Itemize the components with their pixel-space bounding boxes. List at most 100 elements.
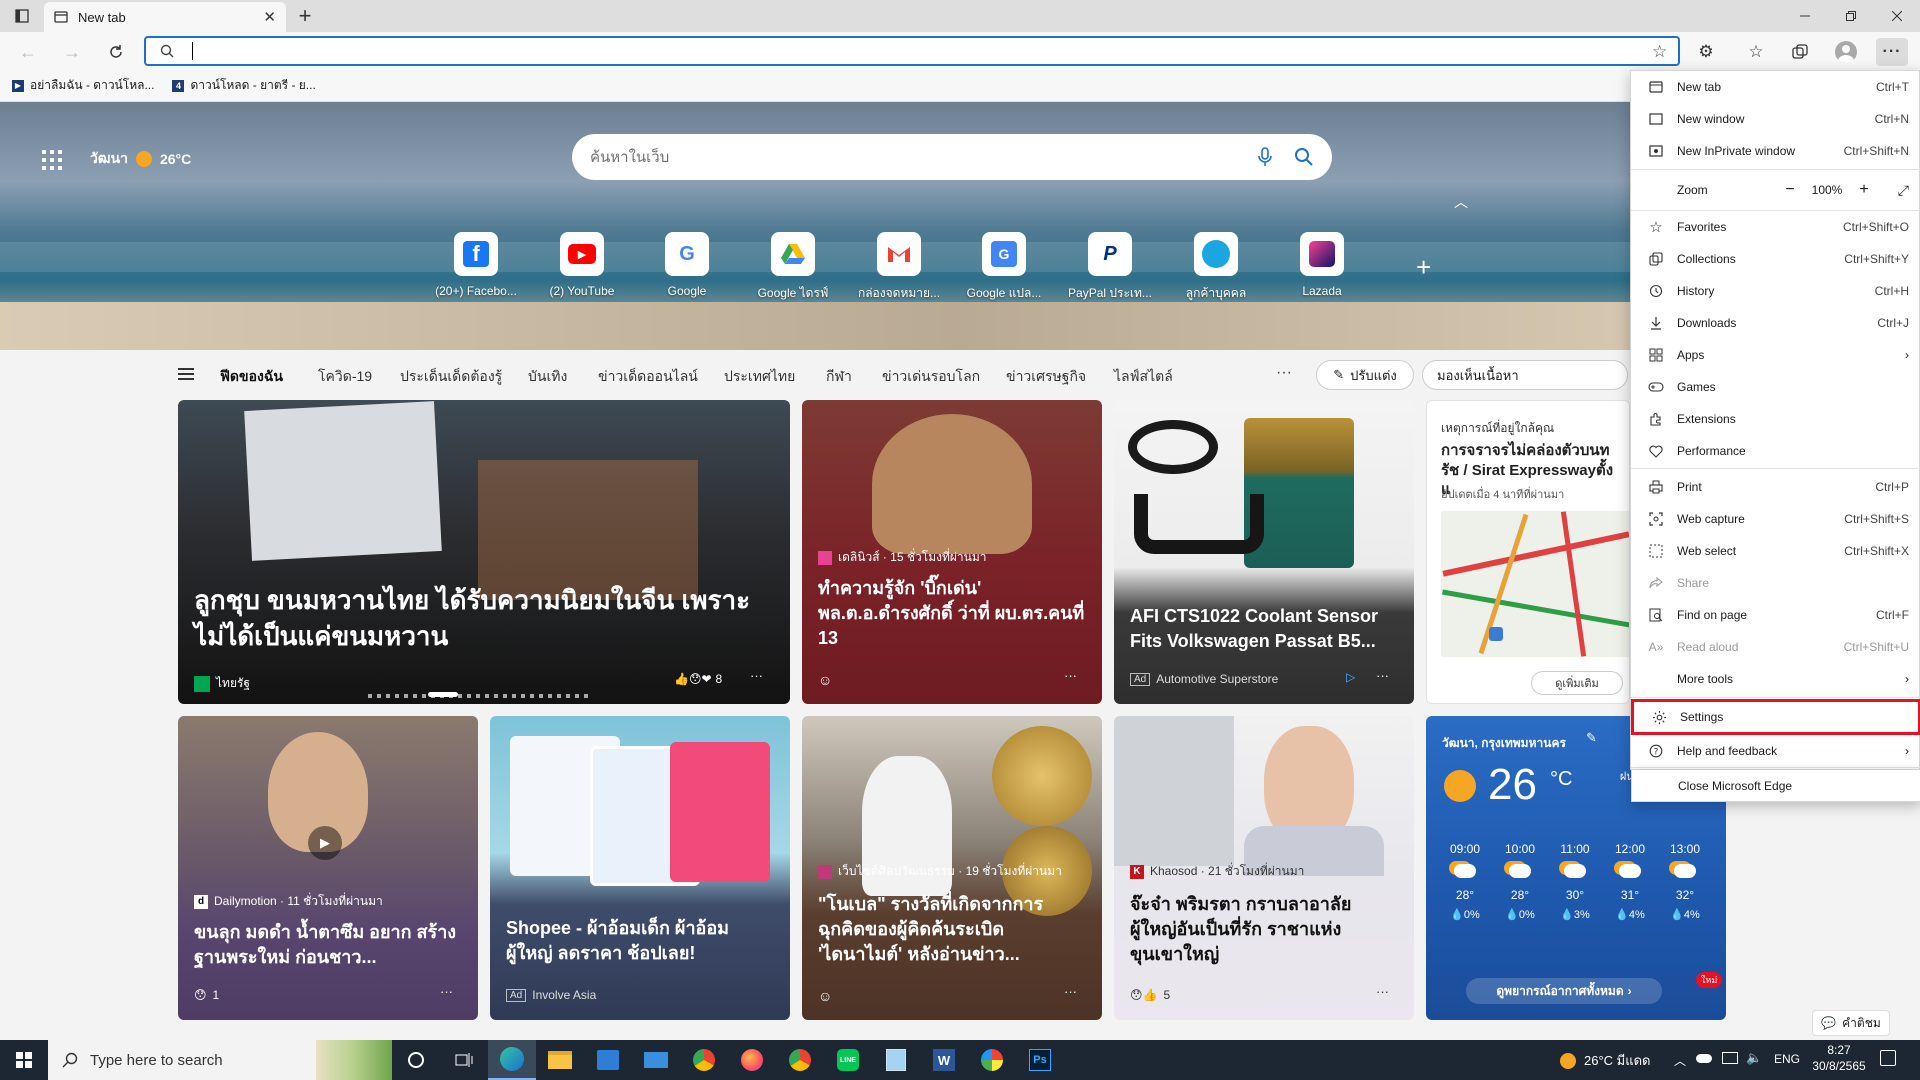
clock[interactable]: 8:27 30/8/2565 [1806, 1042, 1872, 1074]
start-button[interactable] [0, 1040, 48, 1080]
edge-taskbar-icon[interactable] [488, 1040, 536, 1080]
header-weather[interactable]: วัฒนา 26°C [90, 148, 191, 170]
menu-item-web-capture[interactable]: Web capture Ctrl+Shift+S [1631, 503, 1920, 535]
tab-new-tab[interactable]: New tab ✕ [44, 2, 286, 32]
edit-location-icon[interactable]: ✎ [1586, 730, 1597, 746]
quick-link-google[interactable]: G Google [643, 232, 731, 298]
quick-link-paypal[interactable]: P PayPal ประเท... [1066, 232, 1154, 303]
chrome-profile-icon[interactable] [776, 1040, 824, 1080]
taskbar-search[interactable]: Type here to search [48, 1040, 392, 1080]
fullscreen-icon[interactable]: ⤢ [1879, 182, 1909, 199]
cortana-icon[interactable] [392, 1040, 440, 1080]
news-card-hero[interactable]: ลูกชุบ ขนมหวานไทย ได้รับความนิยมในจีน เพ… [178, 400, 790, 704]
feed-tab-covid[interactable]: โควิด-19 [318, 366, 372, 388]
collections-toolbar-icon[interactable] [1784, 38, 1816, 66]
word-icon[interactable]: W [920, 1040, 968, 1080]
content-visibility-select[interactable]: มองเห็นเนื้อหา [1422, 360, 1628, 390]
menu-item-new-tab[interactable]: New tab Ctrl+T [1631, 71, 1920, 103]
settings-more-button[interactable]: ··· [1876, 38, 1908, 66]
back-button[interactable]: ← [12, 38, 44, 66]
notepad-icon[interactable] [872, 1040, 920, 1080]
address-bar[interactable]: ☆ [144, 36, 1680, 66]
menu-item-web-select[interactable]: Web select Ctrl+Shift+X [1631, 535, 1920, 567]
menu-item-apps[interactable]: Apps › [1631, 339, 1920, 371]
feed-menu-icon[interactable] [178, 368, 194, 380]
tab-actions-icon[interactable] [8, 4, 36, 28]
customize-button[interactable]: ✎ ปรับแต่ง [1316, 360, 1414, 390]
menu-item-print[interactable]: Print Ctrl+P [1631, 471, 1920, 503]
see-more-button[interactable]: ดูเพิ่มเติม [1531, 671, 1623, 695]
close-tab-icon[interactable]: ✕ [263, 8, 276, 26]
collapse-chevron-icon[interactable]: ︿ [1454, 192, 1468, 212]
extensions-puzzle-icon[interactable]: ⚙ [1690, 38, 1722, 66]
line-icon[interactable]: LINE [824, 1040, 872, 1080]
minimize-button[interactable] [1782, 0, 1828, 32]
news-card[interactable]: เว็บไซต์ศิลปวัฒนธรรม · 19 ชั่วโมงที่ผ่าน… [802, 716, 1102, 1020]
menu-item-favorites[interactable]: ☆ Favorites Ctrl+Shift+O [1631, 211, 1920, 243]
notifications-icon[interactable] [1880, 1050, 1896, 1066]
feed-tab-thailand[interactable]: ประเทศไทย [724, 366, 795, 388]
card-more-icon[interactable]: ··· [1376, 984, 1389, 999]
forward-button[interactable]: → [56, 38, 88, 66]
file-explorer-icon[interactable] [536, 1040, 584, 1080]
zoom-in-button[interactable]: + [1849, 181, 1879, 199]
card-more-icon[interactable]: ··· [1064, 984, 1077, 999]
feed-more-icon[interactable]: ··· [1276, 364, 1292, 382]
profile-avatar[interactable] [1830, 38, 1862, 66]
menu-item-new-window[interactable]: New window Ctrl+N [1631, 103, 1920, 135]
quick-link-gmail[interactable]: กล่องจดหมาย... [855, 232, 943, 303]
menu-item-extensions[interactable]: Extensions [1631, 403, 1920, 435]
tray-chevron-icon[interactable]: ︿ [1674, 1052, 1686, 1069]
photoshop-icon[interactable]: Ps [1016, 1040, 1064, 1080]
restore-button[interactable] [1828, 0, 1874, 32]
ad-card[interactable]: Shopee - ผ้าอ้อมเด็ก ผ้าอ้อม ผู้ใหญ่ ลดร… [490, 716, 790, 1020]
traffic-card[interactable]: เหตุการณ์ที่อยู่ใกล้คุณ การจราจรไม่คล่อง… [1426, 400, 1630, 704]
menu-item-settings[interactable]: Settings [1631, 699, 1920, 735]
menu-item-inprivate[interactable]: New InPrivate window Ctrl+Shift+N [1631, 135, 1920, 167]
card-more-icon[interactable]: ··· [440, 984, 453, 999]
task-view-icon[interactable] [440, 1040, 488, 1080]
web-search-box[interactable]: ค้นหาในเว็บ [572, 134, 1332, 180]
chrome-icon[interactable] [680, 1040, 728, 1080]
quick-link-youtube[interactable]: ▶ (2) YouTube [538, 232, 626, 298]
refresh-button[interactable] [100, 38, 132, 66]
feed-tab-economy[interactable]: ข่าวเศรษฐกิจ [1006, 366, 1086, 388]
store-icon[interactable] [584, 1040, 632, 1080]
bookmark-item[interactable]: 4 ดาวน์โหลด - ยาตรี - ย... [172, 76, 316, 95]
menu-item-downloads[interactable]: Downloads Ctrl+J [1631, 307, 1920, 339]
taskbar-weather[interactable]: 26°C มีแดด [1560, 1050, 1651, 1071]
ad-card[interactable]: AFI CTS1022 Coolant Sensor Fits Volkswag… [1114, 400, 1414, 704]
volume-icon[interactable]: 🔈 [1746, 1050, 1762, 1066]
feed-tab-entertainment[interactable]: บันเทิง [528, 366, 567, 388]
close-window-button[interactable] [1874, 0, 1920, 32]
favorites-toolbar-icon[interactable]: ☆ [1740, 38, 1772, 66]
photos-icon[interactable] [968, 1040, 1016, 1080]
add-quick-link-button[interactable]: + [1416, 252, 1431, 283]
traffic-map[interactable] [1441, 511, 1629, 657]
react-icon[interactable]: ☺ [818, 988, 832, 1004]
menu-item-games[interactable]: Games [1631, 371, 1920, 403]
full-forecast-button[interactable]: ดูพยากรณ์อากาศทั้งหมด › [1466, 978, 1662, 1004]
feed-tab-my-feed[interactable]: ฟีดของฉัน [220, 366, 283, 388]
feedback-button[interactable]: 💬 คำติชม [1812, 1010, 1890, 1036]
menu-item-history[interactable]: History Ctrl+H [1631, 275, 1920, 307]
quick-link-facebook[interactable]: f (20+) Facebo... [432, 232, 520, 298]
video-play-icon[interactable]: ▶ [308, 826, 342, 860]
feed-tab-lifestyle[interactable]: ไลฟ์สไตล์ [1114, 366, 1173, 388]
react-icon[interactable]: ☺ [818, 672, 832, 688]
card-more-icon[interactable]: ··· [750, 668, 763, 683]
menu-item-performance[interactable]: Performance [1631, 435, 1920, 467]
quick-link-google-drive[interactable]: Google ไดรฟ์ [749, 232, 837, 303]
input-language[interactable]: ENG [1774, 1052, 1800, 1066]
network-icon[interactable] [1722, 1052, 1738, 1064]
feed-tab-sports[interactable]: กีฬา [826, 366, 852, 388]
microphone-icon[interactable] [1258, 147, 1272, 167]
carousel-dots[interactable] [368, 694, 588, 698]
menu-item-collections[interactable]: Collections Ctrl+Shift+Y [1631, 243, 1920, 275]
video-card[interactable]: ▶ d Dailymotion · 11 ชั่วโมงที่ผ่านมา ขน… [178, 716, 478, 1020]
mail-icon[interactable] [632, 1040, 680, 1080]
news-card[interactable]: เดลินิวส์ · 15 ชั่วโมงที่ผ่านมา ทำความรู… [802, 400, 1102, 704]
menu-item-find-on-page[interactable]: Find on page Ctrl+F [1631, 599, 1920, 631]
menu-item-more-tools[interactable]: More tools › [1631, 663, 1920, 695]
feed-tab-online-news[interactable]: ข่าวเด็ดออนไลน์ [598, 366, 698, 388]
